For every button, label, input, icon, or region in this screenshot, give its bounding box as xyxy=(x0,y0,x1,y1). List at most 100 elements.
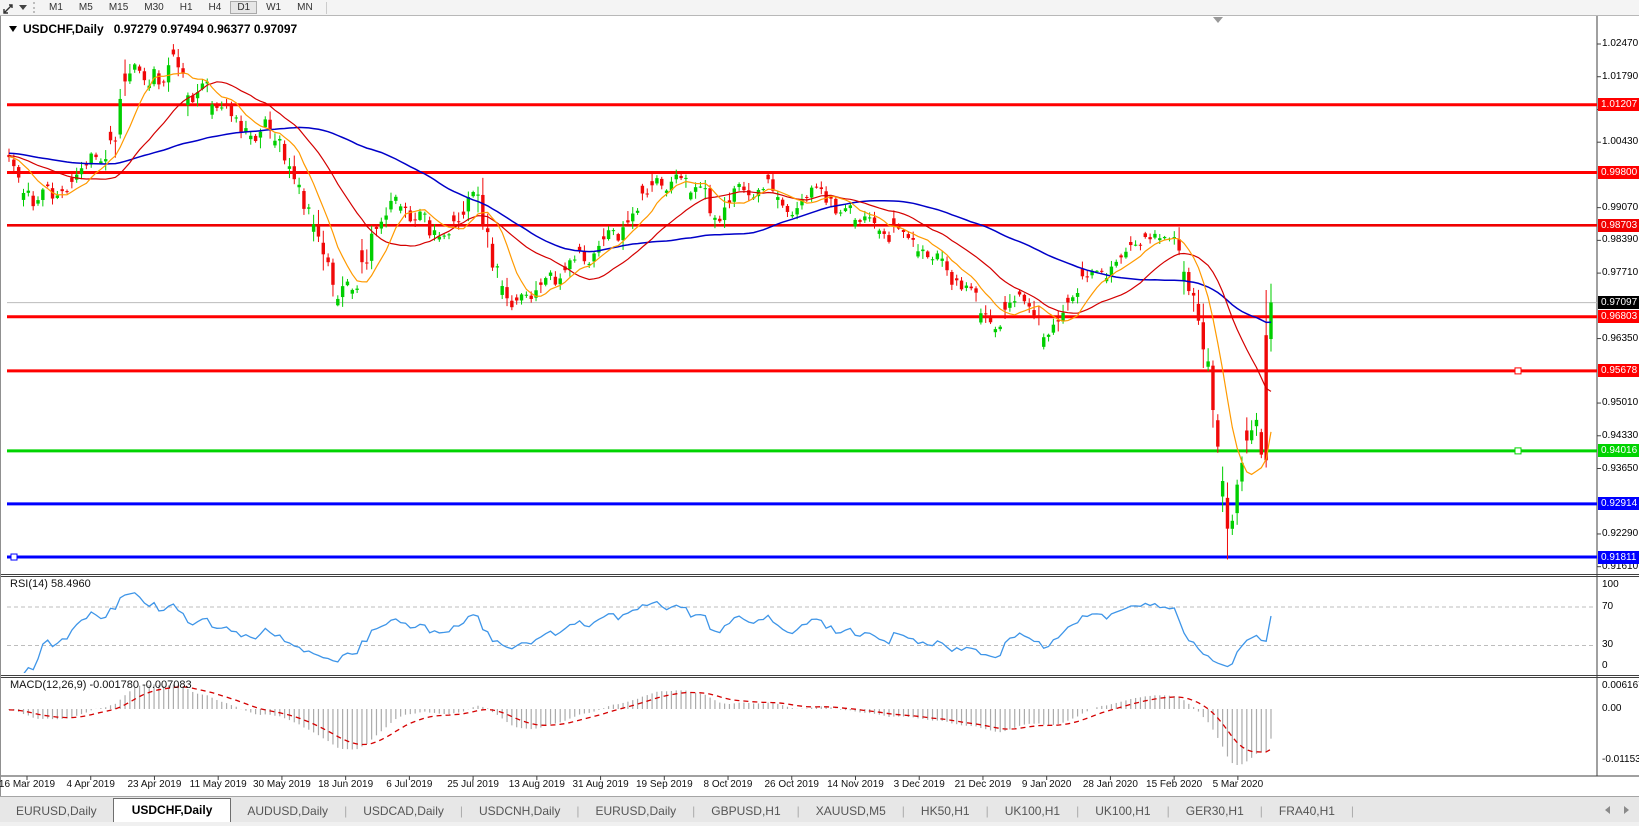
candle-body xyxy=(1206,361,1209,366)
candle-body xyxy=(60,189,63,191)
candle-body xyxy=(1245,430,1248,440)
candle-body xyxy=(984,313,987,314)
date-axis-label: 23 Apr 2019 xyxy=(119,779,189,790)
candle-body xyxy=(858,220,861,222)
chart-tab-usdcad-daily[interactable]: USDCAD,Daily xyxy=(347,800,460,823)
price-axis-label: 0.93650 xyxy=(1602,463,1639,474)
candle-body xyxy=(355,289,358,290)
tab-scroll-left-icon[interactable] xyxy=(1605,806,1610,814)
timeframe-button-h1[interactable]: H1 xyxy=(173,1,200,14)
candle-body xyxy=(960,281,963,290)
candle-body xyxy=(1042,337,1045,347)
timeframe-button-m30[interactable]: M30 xyxy=(137,1,170,14)
candle-body xyxy=(1052,325,1055,333)
price-axis-label: 0.96350 xyxy=(1602,333,1639,344)
chart-tab-eurusd-daily[interactable]: EURUSD,Daily xyxy=(579,800,692,823)
candle-body xyxy=(27,191,30,193)
candle-body xyxy=(849,205,852,208)
candle-body xyxy=(264,119,267,127)
toolbar-grip xyxy=(33,2,35,13)
candlesticks xyxy=(7,44,1272,559)
timeframe-button-m5[interactable]: M5 xyxy=(72,1,100,14)
candle-body xyxy=(863,216,866,220)
candle-body xyxy=(974,288,977,292)
candle-body xyxy=(1182,272,1185,282)
date-axis-label: 30 May 2019 xyxy=(247,779,317,790)
timeframe-button-m1[interactable]: M1 xyxy=(42,1,70,14)
trading-app: M1M5M15M30H1H4D1W1MN USDCHF,Daily 0.9727… xyxy=(0,0,1639,826)
candle-body xyxy=(689,193,692,200)
chart-ohlc-values: 0.97279 0.97494 0.96377 0.97097 xyxy=(114,22,298,36)
candle-body xyxy=(737,184,740,187)
date-axis-label: 25 Jul 2019 xyxy=(438,779,508,790)
timeframe-button-mn[interactable]: MN xyxy=(290,1,320,14)
chart-tab-fra40-h1[interactable]: FRA40,H1 xyxy=(1263,800,1351,823)
candle-body xyxy=(1115,262,1118,266)
chart-tab-eurusd-daily[interactable]: EURUSD,Daily xyxy=(0,800,113,823)
chart-collapse-icon[interactable] xyxy=(9,26,17,32)
price-axis-label: 0.99070 xyxy=(1602,202,1639,213)
timeframe-button-m15[interactable]: M15 xyxy=(102,1,135,14)
tool-dropdown-icon[interactable] xyxy=(19,5,27,10)
candle-body xyxy=(65,191,68,192)
chart-tab-audusd-daily[interactable]: AUDUSD,Daily xyxy=(231,800,344,823)
candle-body xyxy=(776,197,779,200)
candle-body xyxy=(1226,498,1229,529)
candle-body xyxy=(979,313,982,322)
candle-body xyxy=(723,207,726,220)
candle-body xyxy=(220,107,223,108)
timeframe-button-w1[interactable]: W1 xyxy=(259,1,288,14)
candle-body xyxy=(157,73,160,84)
candle-body xyxy=(360,250,363,262)
candle-body xyxy=(138,66,141,70)
chart-tab-uk100-h1[interactable]: UK100,H1 xyxy=(989,800,1076,823)
candle-body xyxy=(781,200,784,206)
candle-body xyxy=(1129,242,1132,245)
cursor-tool-icon[interactable] xyxy=(2,2,16,14)
chart-tab-usdcnh-daily[interactable]: USDCNH,Daily xyxy=(463,800,576,823)
candle-body xyxy=(1216,420,1219,446)
date-axis-label: 4 Apr 2019 xyxy=(56,779,126,790)
hline-handle[interactable] xyxy=(1515,368,1521,374)
candle-body xyxy=(317,225,320,237)
candle-body xyxy=(99,161,102,163)
candle-body xyxy=(331,263,334,285)
tab-separator: | xyxy=(1351,804,1354,823)
candle-body xyxy=(559,278,562,284)
chart-tab-gbpusd-h1[interactable]: GBPUSD,H1 xyxy=(695,800,796,823)
chart-tab-uk100-h1[interactable]: UK100,H1 xyxy=(1079,800,1166,823)
candle-body xyxy=(152,69,155,84)
candle-body xyxy=(868,217,871,218)
candle-body xyxy=(1269,302,1272,339)
candle-body xyxy=(936,253,939,259)
candle-body xyxy=(554,277,557,285)
chart-tab-ger30-h1[interactable]: GER30,H1 xyxy=(1170,800,1260,823)
date-axis-label: 31 Aug 2019 xyxy=(566,779,636,790)
candle-body xyxy=(525,295,528,296)
hline-price-label: 0.94016 xyxy=(1598,444,1639,457)
candle-body xyxy=(210,104,213,114)
timeframe-button-h4[interactable]: H4 xyxy=(202,1,229,14)
chart-plot[interactable] xyxy=(1,16,1639,796)
hline-handle[interactable] xyxy=(1515,448,1521,454)
candle-body xyxy=(1235,485,1238,513)
candle-body xyxy=(805,197,808,198)
candle-body xyxy=(742,187,745,191)
chart-shift-marker[interactable] xyxy=(1213,17,1223,23)
chart-tab-hk50-h1[interactable]: HK50,H1 xyxy=(905,800,986,823)
candle-body xyxy=(442,236,445,237)
candle-body xyxy=(413,219,416,220)
candle-body xyxy=(167,65,170,82)
candle-body xyxy=(1231,521,1234,529)
candle-body xyxy=(496,266,499,267)
candle-body xyxy=(679,176,682,178)
rsi-label: RSI(14) 58.4960 xyxy=(10,578,91,590)
hline-handle[interactable] xyxy=(11,554,17,560)
timeframe-button-d1[interactable]: D1 xyxy=(230,1,257,14)
chart-tab-usdchf-daily[interactable]: USDCHF,Daily xyxy=(113,798,232,823)
rsi-line xyxy=(9,593,1271,674)
chart-window[interactable]: USDCHF,Daily 0.97279 0.97494 0.96377 0.9… xyxy=(0,16,1639,796)
candle-body xyxy=(1086,276,1089,277)
tab-scroll-right-icon[interactable] xyxy=(1624,806,1629,814)
chart-tab-xauusd-m5[interactable]: XAUUSD,M5 xyxy=(800,800,902,823)
